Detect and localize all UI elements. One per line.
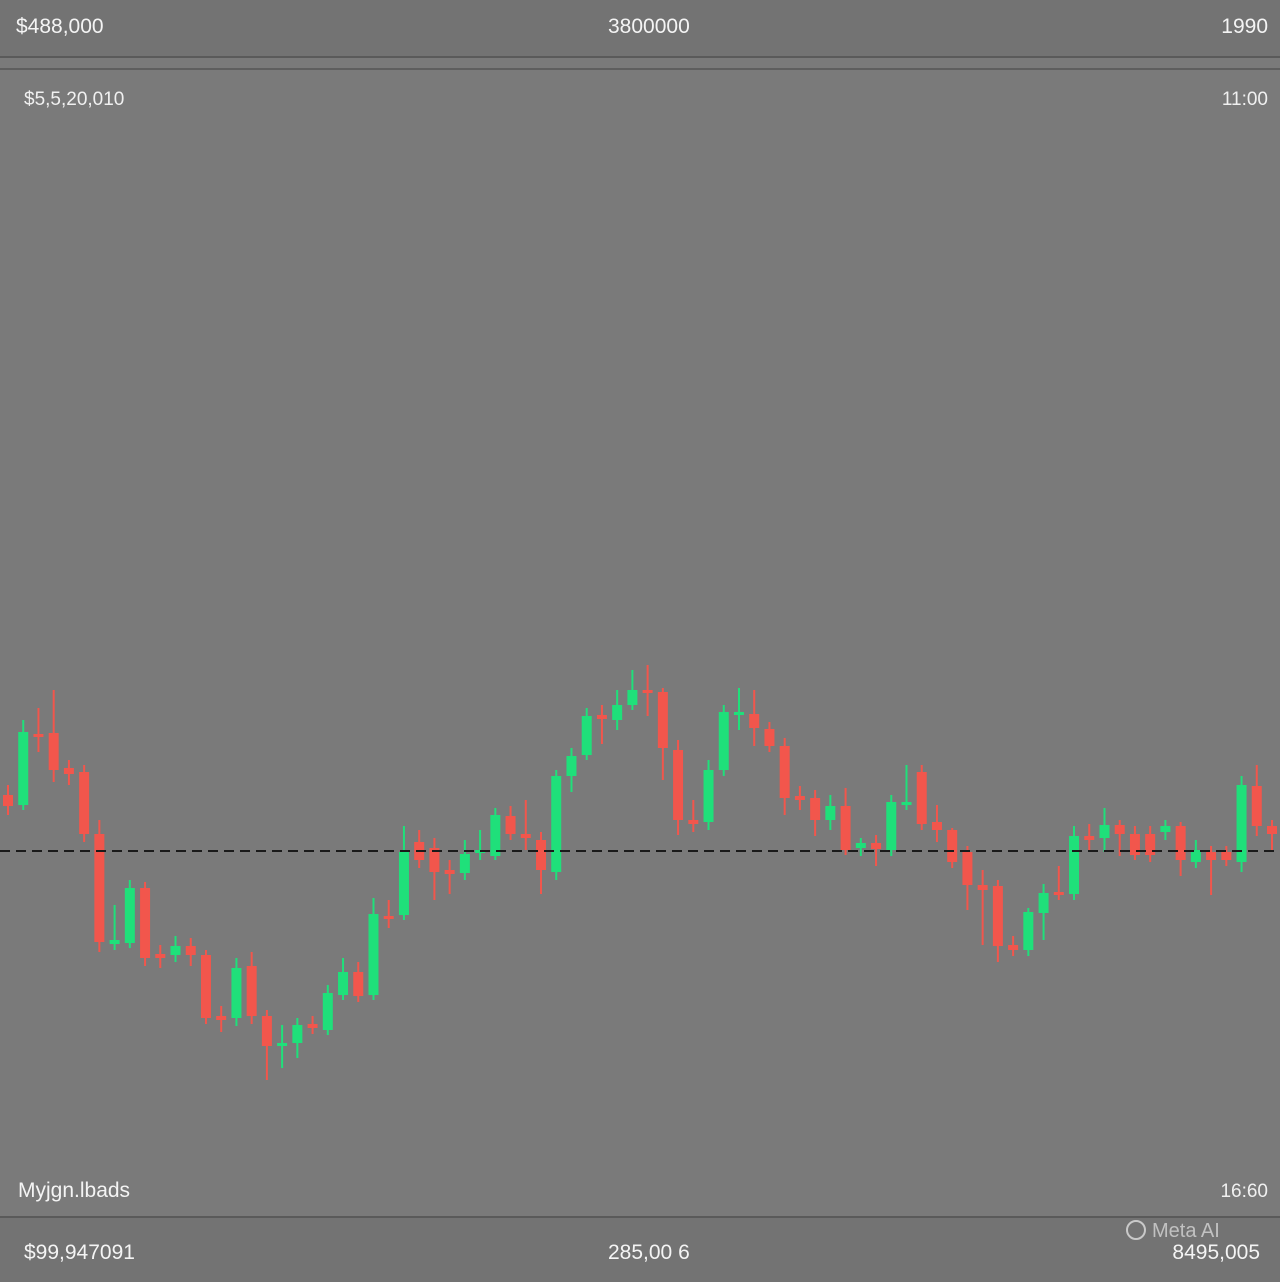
candle-body-down — [1084, 836, 1095, 840]
candle-body-down — [444, 870, 455, 874]
candle-body-up — [490, 815, 501, 856]
candle-body-down — [3, 795, 13, 806]
candle-body-down — [840, 806, 851, 850]
candle-body-down — [261, 1016, 272, 1046]
candle-body-down — [33, 734, 44, 737]
candle-body-down — [536, 840, 547, 870]
candle-body-up — [733, 712, 744, 715]
candle-body-up — [612, 705, 623, 720]
watermark-text: Meta AI — [1152, 1220, 1220, 1242]
candle-body-up — [551, 776, 562, 872]
candle-body-down — [520, 834, 531, 838]
candle-body-down — [185, 946, 196, 955]
candle-body-up — [1099, 825, 1110, 838]
candle-body-up — [825, 806, 836, 820]
candle-body-down — [155, 954, 166, 958]
candle-body-down — [1053, 892, 1064, 895]
candle-body-down — [931, 822, 942, 830]
candle-body-down — [871, 843, 882, 849]
candle-body-down — [246, 966, 257, 1016]
candle-body-down — [977, 885, 988, 890]
candle-body-down — [353, 972, 364, 996]
candle-body-up — [170, 946, 181, 955]
candle-body-up — [231, 968, 242, 1018]
candle-body-up — [581, 716, 592, 755]
candlestick-chart — [0, 665, 1280, 1080]
candle-body-up — [459, 854, 470, 873]
candle-body-down — [992, 886, 1003, 946]
candle-body-up — [1160, 826, 1171, 832]
candle-body-down — [764, 729, 775, 746]
candle-body-down — [1206, 852, 1217, 860]
candle-body-down — [200, 955, 211, 1018]
candle-body-down — [140, 888, 151, 958]
footer-bottom-left-value: $99,947091 — [24, 1241, 135, 1264]
candle-body-up — [703, 770, 714, 822]
candle-body-up — [886, 802, 897, 850]
footer-top-right-label: 16:60 — [1220, 1181, 1268, 1202]
candle-body-down — [962, 852, 973, 885]
candle-body-down — [307, 1024, 318, 1028]
candle-body-up — [718, 712, 729, 770]
candle-body-down — [673, 750, 684, 820]
footer-bottom-right-value: 8495,005 — [1172, 1241, 1260, 1264]
candle-body-up — [855, 843, 866, 848]
candle-body-up — [368, 914, 379, 995]
candle-body-up — [124, 888, 135, 943]
candle-body-down — [63, 768, 74, 774]
candle-body-up — [292, 1025, 303, 1043]
watermark: Meta AI — [1126, 1220, 1220, 1243]
candle-body-up — [109, 940, 120, 944]
candle-body-down — [688, 820, 699, 824]
candle-body-down — [1114, 825, 1125, 834]
candle-body-up — [18, 732, 29, 805]
candle-body-down — [657, 692, 668, 748]
candle-body-down — [216, 1016, 227, 1020]
candle-body-up — [322, 993, 333, 1030]
header-left-value: $488,000 — [16, 15, 104, 38]
candle-body-up — [1038, 893, 1049, 913]
candle-body-up — [277, 1043, 288, 1046]
candle-body-down — [1221, 852, 1232, 860]
candle-body-down — [749, 714, 760, 728]
candles-group — [3, 665, 1277, 1080]
footer-top-left-label: Myjgn.lbads — [18, 1179, 131, 1202]
candle-body-up — [1069, 836, 1080, 894]
candle-body-down — [779, 746, 790, 798]
candle-body-up — [566, 756, 577, 776]
candle-body-up — [627, 690, 638, 705]
candle-body-down — [810, 798, 821, 820]
candle-body-down — [947, 830, 958, 862]
candle-body-down — [1008, 945, 1019, 950]
candle-body-down — [596, 715, 607, 719]
header-center-value: 3800000 — [608, 15, 690, 38]
candle-body-down — [1267, 826, 1277, 834]
candle-body-down — [794, 796, 805, 800]
candle-body-down — [79, 772, 90, 834]
candle-body-down — [505, 816, 516, 834]
candle-body-down — [1175, 826, 1186, 860]
header-right-value: 1990 — [1221, 15, 1268, 38]
footer-bottom-center-value: 285,00 6 — [608, 1241, 690, 1264]
candle-body-down — [48, 733, 59, 770]
candle-body-down — [1251, 786, 1262, 826]
meta-ai-logo-icon — [1126, 1220, 1146, 1240]
candle-body-up — [901, 802, 912, 805]
candle-body-up — [1023, 912, 1034, 950]
candle-body-down — [916, 772, 927, 824]
candle-body-up — [338, 972, 349, 995]
candle-body-up — [398, 852, 409, 915]
candle-body-down — [642, 690, 653, 693]
candle-body-down — [383, 916, 394, 919]
